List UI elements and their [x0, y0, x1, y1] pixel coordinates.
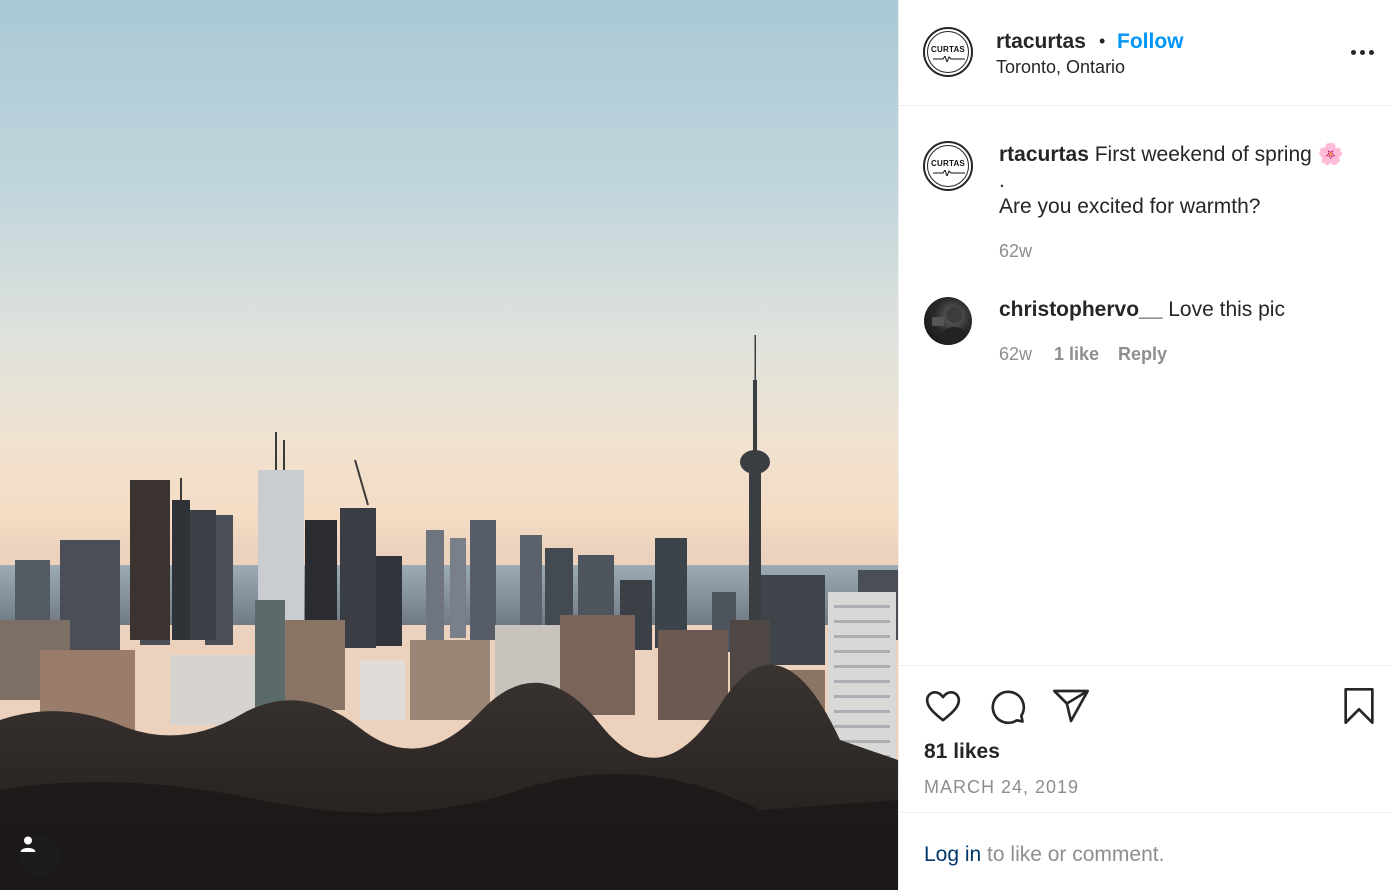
- caption-username[interactable]: rtacurtas: [999, 143, 1089, 166]
- commenter-avatar[interactable]: [924, 297, 972, 345]
- separator-dot: •: [1099, 31, 1106, 51]
- bookmark-icon[interactable]: [1339, 686, 1379, 726]
- share-icon[interactable]: [1051, 686, 1091, 726]
- comment-icon[interactable]: [987, 686, 1027, 726]
- post-sidebar: CURTAS rtacurtas • Follow Toronto, Ontar…: [898, 0, 1392, 890]
- caption-avatar[interactable]: CURTAS: [923, 141, 973, 191]
- comment-reply-button[interactable]: Reply: [1118, 344, 1167, 365]
- caption-text: rtacurtas First weekend of spring 🌸 . Ar…: [999, 142, 1379, 220]
- heart-icon[interactable]: [923, 686, 963, 726]
- post-header: CURTAS rtacurtas • Follow Toronto, Ontar…: [899, 0, 1392, 106]
- caption-dot: .: [999, 169, 1005, 192]
- location-link[interactable]: Toronto, Ontario: [996, 57, 1125, 78]
- post-date[interactable]: MARCH 24, 2019: [924, 777, 1079, 798]
- caption-timestamp[interactable]: 62w: [999, 241, 1032, 262]
- author-avatar[interactable]: CURTAS: [923, 27, 973, 77]
- person-icon: [20, 836, 36, 852]
- comment-likes[interactable]: 1 like: [1054, 344, 1099, 365]
- likes-count[interactable]: 81 likes: [924, 740, 1000, 764]
- avatar-logo-text: CURTAS: [931, 45, 965, 54]
- more-options-icon[interactable]: [1351, 50, 1375, 58]
- caption-line: First weekend of spring: [1094, 143, 1312, 166]
- comment-timestamp[interactable]: 62w: [999, 344, 1032, 365]
- caption-question: Are you excited for warmth?: [999, 195, 1261, 218]
- commenter-photo: [932, 307, 970, 345]
- login-prompt: Log in to like or comment.: [899, 812, 1392, 890]
- commenter-username[interactable]: christophervo__: [999, 298, 1162, 321]
- author-username[interactable]: rtacurtas: [996, 30, 1086, 54]
- login-prompt-text: Log in to like or comment.: [924, 843, 1164, 867]
- post-photo[interactable]: [0, 0, 898, 890]
- login-rest: to like or comment.: [981, 843, 1165, 866]
- login-link[interactable]: Log in: [924, 843, 981, 866]
- flower-emoji: 🌸: [1317, 143, 1344, 166]
- follow-button[interactable]: Follow: [1117, 30, 1184, 54]
- avatar-logo-text: CURTAS: [931, 159, 965, 168]
- comment-text: christophervo__ Love this pic: [999, 297, 1285, 323]
- pulse-line-icon: [933, 170, 965, 176]
- post-actions: 81 likes MARCH 24, 2019: [899, 665, 1392, 813]
- user-tag-icon[interactable]: [19, 835, 61, 877]
- comment-body: Love this pic: [1168, 298, 1285, 321]
- toronto-skyline-image: [0, 335, 898, 890]
- pulse-line-icon: [933, 56, 965, 62]
